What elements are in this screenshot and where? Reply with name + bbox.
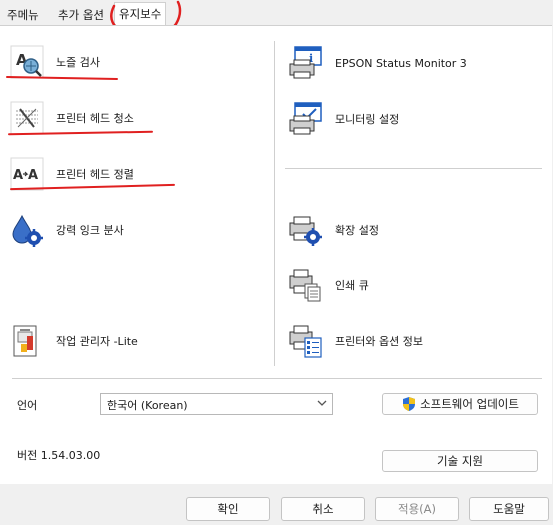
tab-strip: 주메뉴 추가 옵션 유지보수 [0, 0, 553, 27]
print-queue-icon [289, 268, 323, 302]
chevron-down-icon [317, 400, 327, 406]
head-alignment-icon: A A [10, 157, 44, 191]
job-manager-icon [10, 324, 44, 358]
monitoring-preferences-icon [289, 102, 323, 136]
tab-main-menu[interactable]: 주메뉴 [3, 6, 43, 24]
printer-info-label: 프린터와 옵션 정보 [335, 335, 423, 348]
monitoring-preferences-label: 모니터링 설정 [335, 113, 400, 126]
extended-settings-label: 확장 설정 [335, 224, 379, 237]
extended-settings-icon [289, 213, 323, 247]
power-ink-flushing-icon [10, 213, 44, 247]
svg-text:A: A [28, 168, 38, 183]
ok-button[interactable]: 확인 [186, 497, 270, 521]
tab-more-options[interactable]: 추가 옵션 [54, 6, 108, 24]
status-monitor-label: EPSON Status Monitor 3 [335, 56, 467, 70]
apply-button[interactable]: 적용(A) [375, 497, 459, 521]
print-queue-label: 인쇄 큐 [335, 279, 369, 292]
language-select-value: 한국어 (Korean) [107, 399, 188, 412]
shield-icon [403, 397, 416, 411]
dialog-footer: 확인 취소 적용(A) 도움말 [0, 484, 553, 525]
version-text: 버전 1.54.03.00 [17, 449, 101, 462]
nozzle-check-label: 노즐 검사 [56, 56, 100, 69]
print-queue-tool[interactable]: 인쇄 큐 [289, 268, 369, 302]
nozzle-check-tool[interactable]: A 노즐 검사 [10, 45, 100, 79]
language-label: 언어 [17, 399, 38, 412]
job-manager-label: 작업 관리자 -Lite [56, 335, 138, 348]
monitoring-preferences-tool[interactable]: 모니터링 설정 [289, 102, 399, 136]
printer-info-tool[interactable]: 프린터와 옵션 정보 [289, 324, 423, 358]
technical-support-button[interactable]: 기술 지원 [382, 450, 538, 472]
help-button[interactable]: 도움말 [469, 497, 549, 521]
head-cleaning-tool[interactable]: 프린터 헤드 청소 [10, 101, 134, 135]
extended-settings-tool[interactable]: 확장 설정 [289, 213, 379, 247]
power-ink-flushing-label: 강력 잉크 분사 [56, 224, 124, 237]
svg-text:A: A [13, 168, 23, 183]
right-column-divider [285, 168, 542, 169]
power-ink-flushing-tool[interactable]: 강력 잉크 분사 [10, 213, 124, 247]
column-divider [274, 41, 275, 366]
head-alignment-label: 프린터 헤드 정렬 [56, 168, 134, 181]
language-select[interactable]: 한국어 (Korean) [100, 393, 333, 415]
status-monitor-icon: i [289, 46, 323, 80]
software-update-label: 소프트웨어 업데이트 [420, 397, 519, 411]
cancel-button[interactable]: 취소 [281, 497, 365, 521]
printer-info-icon [289, 324, 323, 358]
maintenance-panel: A 노즐 검사 프린터 헤드 청소 A A 프린터 헤드 정렬 강력 잉크 분사… [0, 25, 552, 484]
job-manager-tool[interactable]: 작업 관리자 -Lite [10, 324, 138, 358]
bottom-section-divider [12, 378, 542, 379]
nozzle-check-icon: A [10, 45, 44, 79]
status-monitor-tool[interactable]: i EPSON Status Monitor 3 [289, 46, 467, 80]
software-update-button[interactable]: 소프트웨어 업데이트 [382, 393, 538, 415]
head-cleaning-label: 프린터 헤드 청소 [56, 112, 134, 125]
head-cleaning-icon [10, 101, 44, 135]
